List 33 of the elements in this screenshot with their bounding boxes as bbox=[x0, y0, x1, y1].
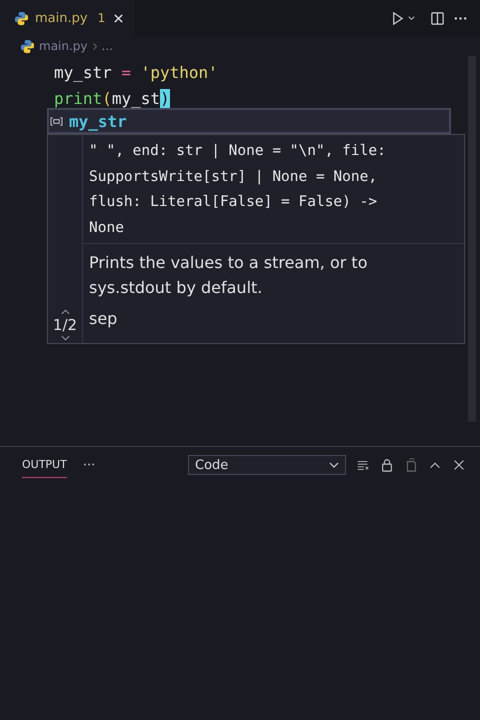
variable-icon bbox=[50, 116, 63, 126]
overload-counter: 1/2 bbox=[52, 316, 78, 334]
tab-label: main.py bbox=[35, 10, 88, 26]
chevron-icon bbox=[329, 462, 339, 468]
code-line: my_str = 'python' bbox=[54, 62, 219, 84]
close-icon[interactable] bbox=[452, 458, 466, 472]
down-icon[interactable] bbox=[60, 335, 70, 341]
signature-line: None bbox=[89, 218, 125, 238]
python-icon bbox=[20, 38, 35, 54]
caret-icon[interactable] bbox=[407, 14, 416, 22]
close-icon[interactable] bbox=[113, 12, 124, 24]
run-icon[interactable] bbox=[390, 10, 405, 26]
doc-text: Prints the values to a stream, or to sys.stdout by default. bbox=[89, 252, 368, 299]
breadcrumb-item[interactable]: main.py bbox=[39, 39, 88, 53]
panel-tab[interactable]: OUTPUT bbox=[22, 452, 67, 478]
param-name: sep bbox=[89, 308, 118, 330]
breadcrumb-item[interactable]: ... bbox=[102, 39, 113, 53]
suggestion-item[interactable]: my_str bbox=[48, 109, 450, 133]
copy-icon[interactable] bbox=[404, 458, 418, 472]
problem-count: 1 bbox=[98, 11, 106, 25]
lock-icon[interactable] bbox=[380, 458, 394, 472]
more-button[interactable]: ··· bbox=[82, 458, 96, 472]
signature-line: SupportsWrite[str] | None = None, bbox=[89, 168, 378, 186]
up-icon[interactable] bbox=[60, 309, 70, 315]
clear-output-icon[interactable] bbox=[356, 458, 370, 472]
split-editor-icon[interactable] bbox=[430, 10, 445, 26]
signature-line: flush: Literal[False] = False) -> bbox=[89, 193, 378, 212]
editor-tab[interactable]: main.py 1 bbox=[0, 0, 134, 36]
signature-line: " ", end: str | None = "\n", file: bbox=[89, 142, 387, 161]
code-line: print(my_st) bbox=[54, 88, 171, 110]
chevron-icon bbox=[92, 42, 98, 50]
output-channel-dropdown[interactable]: Code bbox=[188, 455, 346, 475]
python-icon bbox=[14, 10, 29, 26]
